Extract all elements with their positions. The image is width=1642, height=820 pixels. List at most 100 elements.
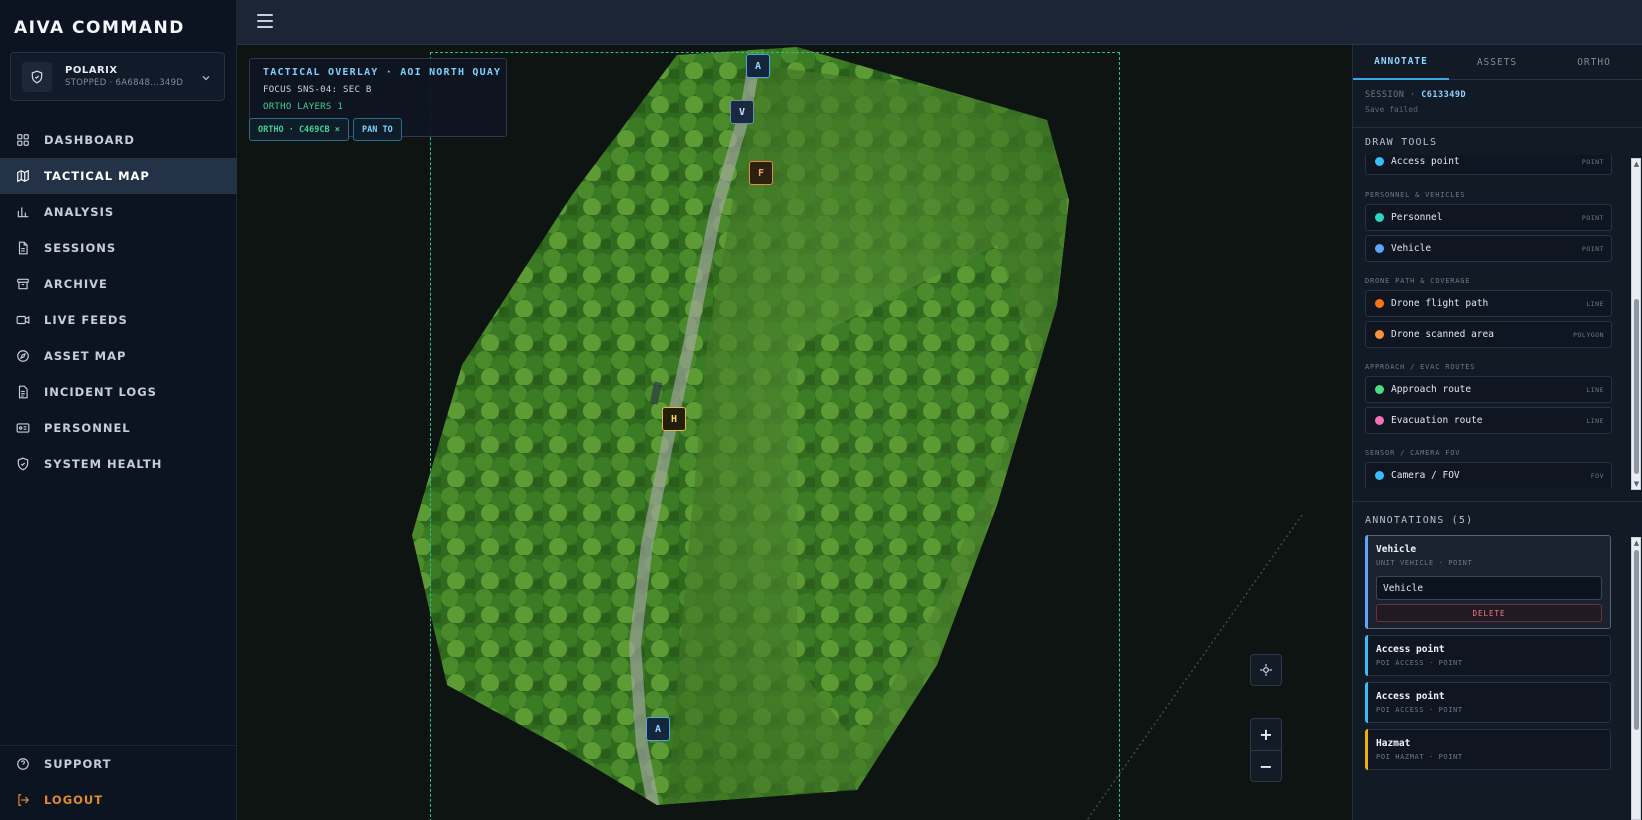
tool-type: POLYGON	[1573, 330, 1604, 339]
video-icon	[16, 315, 30, 325]
log-icon	[18, 385, 28, 399]
tool-type: POINT	[1581, 213, 1604, 222]
annotation-item[interactable]: Access point POI ACCESS · POINT	[1365, 682, 1611, 723]
annotation-subtitle: POI ACCESS · POINT	[1376, 706, 1463, 714]
tab-assets[interactable]: ASSETS	[1449, 45, 1545, 80]
color-dot	[1375, 330, 1384, 339]
nav-item-incident-logs[interactable]: INCIDENT LOGS	[0, 374, 237, 410]
session-label: SESSION ·	[1365, 90, 1416, 100]
nav-label: LIVE FEEDS	[44, 313, 128, 327]
nav-item-live-feeds[interactable]: LIVE FEEDS	[0, 302, 237, 338]
draw-tools-title: DRAW TOOLS	[1365, 137, 1438, 148]
scroll-thumb[interactable]	[1634, 299, 1639, 474]
compass-icon	[17, 350, 29, 362]
shield-icon	[22, 62, 52, 92]
tool-name: Access point	[1391, 156, 1460, 167]
tool-personnel[interactable]: Personnel POINT	[1365, 204, 1612, 231]
tool-drone-flight-path[interactable]: Drone flight path LINE	[1365, 290, 1612, 317]
color-dot	[1375, 471, 1384, 480]
tool-type: LINE	[1586, 299, 1604, 308]
group-label: PERSONNEL & VEHICLES	[1365, 191, 1466, 199]
marker-access[interactable]: A	[746, 54, 770, 78]
tool-evacuation-route[interactable]: Evacuation route LINE	[1365, 407, 1612, 434]
annotation-color-bar	[1365, 682, 1368, 723]
menu-icon[interactable]	[257, 14, 273, 32]
annotation-title: Access point	[1376, 644, 1445, 655]
tool-approach-route[interactable]: Approach route LINE	[1365, 376, 1612, 403]
id-card-icon	[16, 423, 30, 433]
help-icon	[17, 758, 29, 770]
tactical-overlay-card: TACTICAL OVERLAY · AOI NORTH QUAY FOCUS …	[249, 58, 507, 141]
scroll-thumb[interactable]	[1634, 550, 1639, 730]
locate-button[interactable]	[1250, 654, 1282, 686]
bar-chart-icon	[17, 207, 29, 218]
marker-access[interactable]: A	[646, 717, 670, 741]
zoom-out-button[interactable]: −	[1251, 751, 1281, 782]
nav-label: DASHBOARD	[44, 133, 135, 147]
divider	[1353, 501, 1642, 502]
tool-name: Drone flight path	[1391, 298, 1489, 309]
tactical-map[interactable]: A V F H A TACTICAL OVERLAY · AOI NORTH Q…	[237, 45, 1352, 820]
tab-annotate[interactable]: ANNOTATE	[1353, 45, 1449, 80]
tools-scrollbar[interactable]: ▲ ▼	[1631, 158, 1641, 490]
marker-vehicle[interactable]: V	[730, 100, 754, 124]
project-selector[interactable]: POLARIX STOPPED · 6A6848...349D	[10, 52, 225, 101]
logout-label: LOGOUT	[44, 793, 104, 807]
scroll-up-icon[interactable]: ▲	[1632, 538, 1641, 548]
annotation-item[interactable]: Vehicle UNIT VEHICLE · POINT Vehicle DEL…	[1365, 535, 1611, 629]
overlay-layers: ORTHO LAYERS 1	[263, 102, 344, 112]
color-dot	[1375, 416, 1384, 425]
nav-item-sessions[interactable]: SESSIONS	[0, 230, 237, 266]
tool-name: Personnel	[1391, 212, 1443, 223]
nav-item-dashboard[interactable]: DASHBOARD	[0, 122, 237, 158]
overlay-focus: FOCUS SNS-04: SEC B	[263, 85, 372, 95]
session-id: C613349D	[1421, 90, 1467, 100]
pan-to-button[interactable]: PAN TO	[353, 118, 402, 141]
nav-item-analysis[interactable]: ANALYSIS	[0, 194, 237, 230]
tool-drone-scanned-area[interactable]: Drone scanned area POLYGON	[1365, 321, 1612, 348]
tool-type: LINE	[1586, 416, 1604, 425]
nav-item-personnel[interactable]: PERSONNEL	[0, 410, 237, 446]
scroll-up-icon[interactable]: ▲	[1632, 159, 1641, 169]
tool-name: Approach route	[1391, 384, 1472, 395]
right-panel: ANNOTATE ASSETS ORTHO SESSION · C613349D…	[1352, 45, 1642, 820]
zoom-controls: + −	[1250, 718, 1282, 782]
nav-label: ASSET MAP	[44, 349, 127, 363]
nav-item-logout[interactable]: LOGOUT	[0, 782, 237, 818]
archive-icon	[17, 278, 29, 290]
annotation-label-input[interactable]: Vehicle	[1376, 576, 1602, 600]
annotation-subtitle: UNIT VEHICLE · POINT	[1376, 559, 1473, 567]
project-status: STOPPED · 6A6848...349D	[65, 78, 184, 88]
marker-fire[interactable]: F	[749, 161, 773, 185]
annotations-title: ANNOTATIONS (5)	[1365, 515, 1474, 526]
annotations-scrollbar[interactable]: ▲	[1631, 537, 1641, 820]
tool-vehicle[interactable]: Vehicle POINT	[1365, 235, 1612, 262]
tool-name: Evacuation route	[1391, 415, 1483, 426]
nav-item-support[interactable]: SUPPORT	[0, 746, 237, 782]
tab-ortho[interactable]: ORTHO	[1545, 45, 1642, 80]
group-label: DRONE PATH & COVERAGE	[1365, 277, 1471, 285]
annotation-item[interactable]: Hazmat POI HAZMAT · POINT	[1365, 729, 1611, 770]
nav-label: ARCHIVE	[44, 277, 108, 291]
tool-name: Camera / FOV	[1391, 470, 1460, 481]
nav-item-asset-map[interactable]: ASSET MAP	[0, 338, 237, 374]
tool-type: LINE	[1586, 385, 1604, 394]
group-label: APPROACH / EVAC ROUTES	[1365, 363, 1476, 371]
marker-hazmat[interactable]: H	[662, 407, 686, 431]
annotation-item[interactable]: Access point POI ACCESS · POINT	[1365, 635, 1611, 676]
nav-label: ANALYSIS	[44, 205, 115, 219]
map-icon	[17, 169, 29, 183]
tool-access-point[interactable]: Access point POINT	[1365, 155, 1612, 175]
nav-item-tactical-map[interactable]: TACTICAL MAP	[0, 158, 237, 194]
nav-item-archive[interactable]: ARCHIVE	[0, 266, 237, 302]
tool-camera-fov[interactable]: Camera / FOV FOV	[1365, 462, 1612, 488]
nav-item-system-health[interactable]: SYSTEM HEALTH	[0, 446, 237, 482]
ortho-layer-chip[interactable]: ORTHO · C469CB ×	[249, 118, 349, 141]
delete-annotation-button[interactable]: DELETE	[1376, 604, 1602, 622]
save-status: Save failed	[1365, 105, 1418, 114]
scroll-down-icon[interactable]: ▼	[1632, 479, 1641, 489]
zoom-in-button[interactable]: +	[1251, 719, 1281, 750]
shield-icon	[17, 457, 29, 471]
panel-tabs: ANNOTATE ASSETS ORTHO	[1353, 45, 1642, 80]
tool-type: POINT	[1581, 157, 1604, 166]
